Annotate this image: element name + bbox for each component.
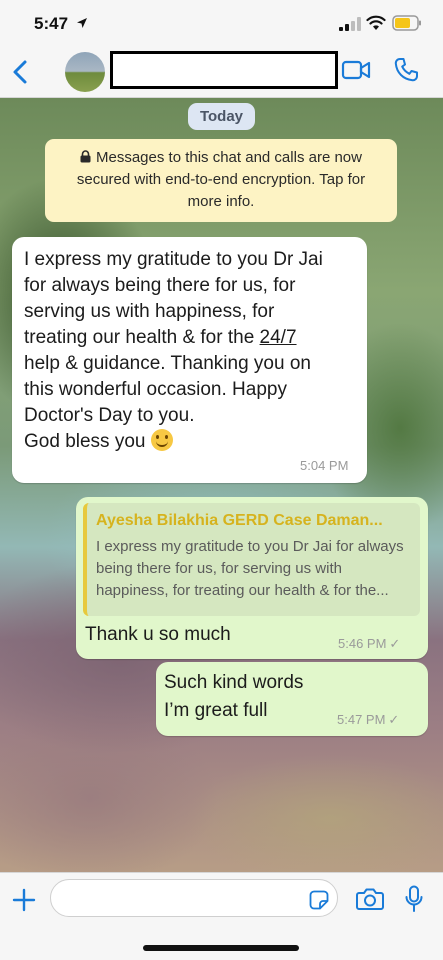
quoted-message[interactable]: Ayesha Bilakhia GERD Case Daman... I exp… [83, 503, 420, 616]
message-timestamp: 5:46 PM ✓ [338, 636, 400, 652]
message-timestamp: 5:47 PM ✓ [337, 712, 399, 728]
quoted-author: Ayesha Bilakhia GERD Case Daman... [96, 512, 383, 529]
message-time: 5:46 PM [338, 636, 387, 651]
sent-check-icon: ✓ [388, 712, 400, 727]
sticker-icon[interactable] [309, 890, 329, 910]
outgoing-message-bubble[interactable]: Ayesha Bilakhia GERD Case Daman... I exp… [76, 497, 428, 659]
microphone-icon[interactable] [404, 885, 424, 913]
chat-header [0, 46, 443, 98]
camera-icon[interactable] [356, 887, 384, 911]
back-chevron-icon[interactable] [8, 56, 34, 88]
message-timestamp: 5:04 PM [300, 458, 349, 473]
message-time: 5:47 PM [337, 712, 386, 727]
quoted-text: I express my gratitude to you Dr Jai for… [96, 538, 404, 599]
encryption-notice[interactable]: Messages to this chat and calls are now … [45, 139, 397, 222]
location-arrow-icon [77, 18, 87, 28]
signal-icon [339, 17, 361, 31]
lock-icon [80, 150, 91, 163]
smiling-face-emoji-icon [150, 429, 173, 451]
status-time: 5:47 [34, 14, 69, 33]
message-input[interactable] [50, 879, 338, 917]
battery-icon [392, 15, 421, 31]
status-bar: 5:47 [0, 0, 443, 46]
date-separator: Today [188, 103, 255, 130]
wifi-icon [366, 15, 386, 30]
home-indicator [143, 945, 299, 951]
plus-icon[interactable] [12, 888, 36, 912]
incoming-message-bubble[interactable]: I express my gratitude to you Dr Jai for… [12, 237, 367, 483]
video-camera-icon[interactable] [341, 59, 371, 81]
message-composer [0, 872, 443, 960]
encryption-notice-text: Messages to this chat and calls are now … [76, 149, 366, 210]
sent-check-icon: ✓ [389, 636, 401, 651]
message-text: I express my gratitude to you Dr Jai for… [24, 247, 354, 455]
contact-name-redacted[interactable] [110, 51, 338, 89]
phone-hours-link[interactable]: 24/7 [260, 327, 297, 348]
outgoing-message-bubble[interactable]: Such kind words I’m great full 5:47 PM ✓ [156, 662, 428, 736]
contact-avatar[interactable] [65, 52, 105, 92]
phone-icon[interactable] [393, 57, 419, 83]
